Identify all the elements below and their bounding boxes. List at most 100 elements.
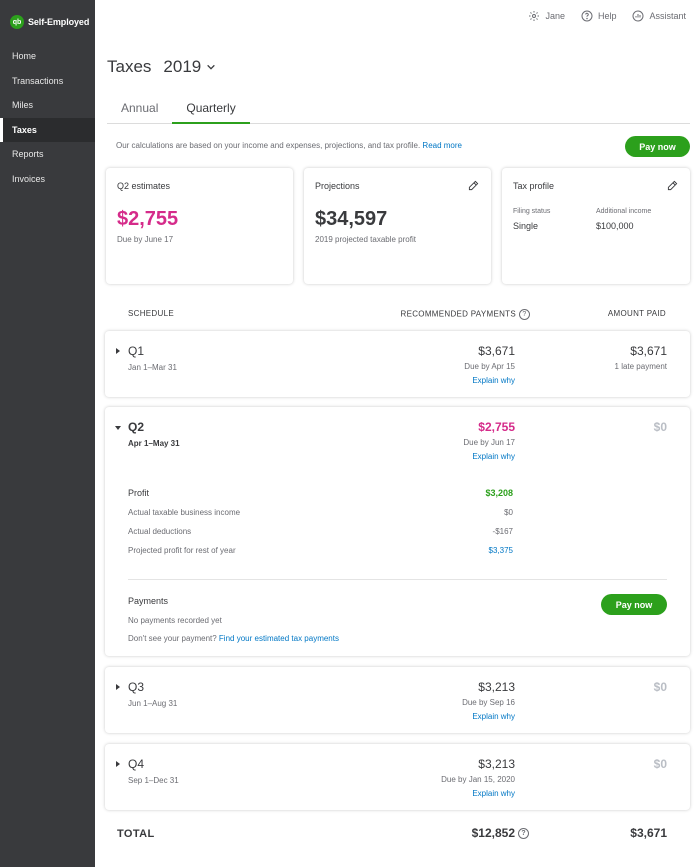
calculation-info-text: Our calculations are based on your incom…	[116, 141, 421, 150]
help-circle-icon[interactable]: ?	[519, 309, 530, 320]
sidebar-item-reports[interactable]: Reports	[0, 142, 95, 167]
profit-label: Profit	[128, 488, 150, 498]
quarter-row-q4: Q4 Sep 1–Dec 31 $3,213 Due by Jan 15, 20…	[105, 744, 690, 810]
projection-amount: $34,597	[315, 208, 388, 230]
pay-now-button-top[interactable]: Pay now	[625, 136, 690, 157]
projection-sub: 2019 projected taxable profit	[315, 235, 416, 244]
dont-see-text: Don't see your payment?	[128, 634, 217, 643]
filing-status-label: Filing status	[513, 208, 551, 215]
quarter-range: Sep 1–Dec 31	[128, 776, 179, 785]
card-title: Q2 estimates	[117, 181, 171, 191]
quarter-row-q3: Q3 Jun 1–Aug 31 $3,213 Due by Sep 16 Exp…	[105, 667, 690, 733]
brand[interactable]: qb Self-Employed	[0, 0, 95, 44]
expand-toggle-icon[interactable]	[116, 761, 120, 767]
projections-card: Projections $34,597 2019 projected taxab…	[304, 168, 491, 284]
chevron-down-icon	[207, 64, 216, 70]
estimate-amount: $2,755	[117, 208, 179, 230]
year-value: 2019	[163, 57, 202, 76]
year-selector[interactable]: 2019	[163, 57, 216, 77]
explain-why-link[interactable]: Explain why	[472, 789, 515, 798]
pay-now-button-q2[interactable]: Pay now	[601, 594, 667, 615]
expand-toggle-icon[interactable]	[116, 348, 120, 354]
recommended-payments-label: RECOMMENDED PAYMENTS	[400, 309, 516, 319]
amount-paid: $0	[653, 420, 667, 434]
brand-name: Self-Employed	[28, 17, 90, 27]
card-title: Tax profile	[513, 181, 555, 191]
quarter-range: Apr 1–May 31	[128, 439, 180, 448]
find-payments-line: Don't see your payment? Find your estima…	[128, 634, 339, 643]
filing-status: Filing status Single	[513, 208, 596, 231]
main-content: Taxes 2019 Annual Quarterly Our calculat…	[95, 0, 700, 867]
find-payments-link[interactable]: Find your estimated tax payments	[219, 634, 339, 643]
pencil-icon[interactable]	[468, 180, 479, 191]
expand-toggle-icon[interactable]	[116, 684, 120, 690]
quarter-range: Jan 1–Mar 31	[128, 363, 177, 372]
quarter-row-q1: Q1 Jan 1–Mar 31 $3,671 Due by Apr 15 Exp…	[105, 331, 690, 397]
amount-paid: $0	[653, 680, 667, 694]
no-payments-text: No payments recorded yet	[128, 616, 222, 625]
total-amount: $12,852	[471, 826, 515, 840]
taxable-income-label: Actual taxable business income	[128, 508, 241, 517]
divider	[128, 579, 667, 580]
page-title-text: Taxes	[107, 57, 152, 76]
quarter-row-q2: Q2 Apr 1–May 31 $2,755 Due by Jun 17 Exp…	[105, 407, 690, 656]
quarter-range: Jun 1–Aug 31	[128, 699, 178, 708]
total-paid: $3,671	[630, 826, 667, 840]
quarter-name: Q1	[128, 344, 145, 358]
sidebar-item-home[interactable]: Home	[0, 44, 95, 69]
quickbooks-logo-icon: qb	[10, 15, 24, 29]
due-date: Due by Jun 17	[463, 438, 515, 447]
tab-quarterly[interactable]: Quarterly	[172, 100, 250, 124]
explain-why-link[interactable]: Explain why	[472, 452, 515, 461]
tax-profile-fields: Filing status Single Additional income $…	[513, 208, 679, 231]
projected-profit-value[interactable]: $3,375	[489, 546, 513, 555]
amount-paid: $3,671	[630, 344, 667, 358]
quarter-name: Q4	[128, 757, 145, 771]
explain-why-link[interactable]: Explain why	[472, 712, 515, 721]
quarter-name: Q2	[128, 420, 145, 434]
tax-profile-card: Tax profile Filing status Single Additio…	[502, 168, 690, 284]
additional-income-value: $100,000	[596, 221, 634, 231]
schedule-column-header: SCHEDULE	[128, 309, 174, 318]
quarter-name: Q3	[128, 680, 145, 694]
explain-why-link[interactable]: Explain why	[472, 376, 515, 385]
additional-income-label: Additional income	[596, 208, 652, 215]
total-recommended: $12,852?	[472, 826, 529, 840]
taxable-income-value: $0	[504, 508, 513, 517]
recommended-amount: $2,755	[478, 420, 515, 434]
estimate-due: Due by June 17	[117, 235, 174, 244]
read-more-link[interactable]: Read more	[422, 141, 462, 150]
pencil-icon[interactable]	[667, 180, 678, 191]
recommended-payments-column-header: RECOMMENDED PAYMENTS?	[400, 309, 530, 320]
recommended-amount: $3,213	[478, 680, 515, 694]
deductions-value: -$167	[492, 527, 513, 536]
sidebar-item-transactions[interactable]: Transactions	[0, 69, 95, 94]
card-title: Projections	[315, 181, 360, 191]
late-payment-note: 1 late payment	[614, 362, 667, 371]
additional-income: Additional income $100,000	[596, 208, 679, 231]
amount-paid: $0	[653, 757, 667, 771]
help-circle-icon[interactable]: ?	[518, 827, 529, 839]
total-label: TOTAL	[117, 828, 155, 840]
tab-bar: Annual Quarterly	[107, 100, 690, 124]
q2-estimates-card: Q2 estimates $2,755 Due by June 17	[106, 168, 293, 284]
due-date: Due by Jan 15, 2020	[441, 775, 515, 784]
deductions-label: Actual deductions	[128, 527, 192, 536]
collapse-toggle-icon[interactable]	[115, 426, 121, 430]
page-title: Taxes 2019	[107, 57, 216, 77]
sidebar-item-miles[interactable]: Miles	[0, 93, 95, 118]
due-date: Due by Apr 15	[464, 362, 515, 371]
sidebar-item-invoices[interactable]: Invoices	[0, 167, 95, 192]
payments-label: Payments	[128, 596, 169, 606]
tab-annual[interactable]: Annual	[107, 100, 172, 124]
calculation-info: Our calculations are based on your incom…	[116, 141, 462, 150]
sidebar-item-taxes[interactable]: Taxes	[0, 117, 95, 142]
filing-status-value: Single	[513, 221, 539, 231]
profit-value: $3,208	[485, 488, 513, 498]
projected-profit-label: Projected profit for rest of year	[128, 546, 236, 555]
recommended-amount: $3,213	[478, 757, 515, 771]
recommended-amount: $3,671	[478, 344, 515, 358]
sidebar: qb Self-Employed Home Transactions Miles…	[0, 0, 95, 867]
due-date: Due by Sep 16	[462, 698, 515, 707]
amount-paid-column-header: AMOUNT PAID	[607, 309, 666, 318]
